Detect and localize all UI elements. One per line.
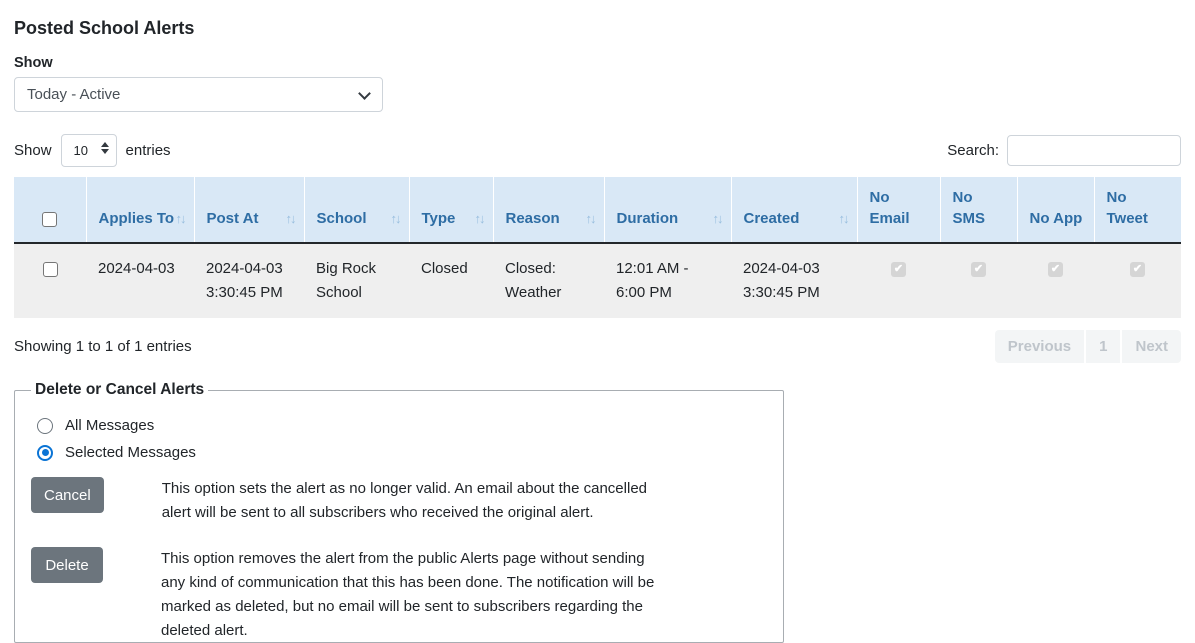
header-reason[interactable]: Reason ↑↓ bbox=[493, 177, 604, 243]
entries-suffix-label: entries bbox=[126, 142, 171, 159]
alerts-table: Applies To ↑↓ Post At ↑↓ School ↑↓ Type … bbox=[14, 177, 1181, 318]
posted-school-alerts-page: Posted School Alerts Show Today - Active… bbox=[0, 0, 1195, 643]
header-no-app-label: No App bbox=[1030, 210, 1083, 227]
pagination-page-1-button[interactable]: 1 bbox=[1084, 330, 1120, 363]
header-post-at[interactable]: Post At ↑↓ bbox=[194, 177, 304, 243]
cell-no-app: ✔ bbox=[1017, 243, 1094, 318]
cancel-description: This option sets the alert as no longer … bbox=[162, 477, 667, 525]
header-no-email-label: No Email bbox=[870, 189, 910, 227]
header-no-sms-label: No SMS bbox=[953, 189, 986, 227]
cell-no-sms: ✔ bbox=[940, 243, 1017, 318]
sort-icon[interactable]: ↑↓ bbox=[713, 208, 722, 229]
sort-icon[interactable]: ↑↓ bbox=[586, 208, 595, 229]
header-school[interactable]: School ↑↓ bbox=[304, 177, 409, 243]
header-row: Applies To ↑↓ Post At ↑↓ School ↑↓ Type … bbox=[14, 177, 1181, 243]
alerts-table-header: Applies To ↑↓ Post At ↑↓ School ↑↓ Type … bbox=[14, 177, 1181, 243]
table-controls-row: Show 10 entries Search: bbox=[14, 134, 1181, 167]
cancel-action-row: Cancel This option sets the alert as no … bbox=[31, 477, 767, 525]
select-all-checkbox[interactable] bbox=[42, 212, 57, 227]
no-app-checked-checkbox: ✔ bbox=[1048, 262, 1063, 277]
entries-length-control: Show 10 entries bbox=[14, 134, 171, 167]
show-filter-select[interactable]: Today - Active bbox=[14, 77, 383, 112]
search-input[interactable] bbox=[1007, 135, 1181, 166]
cell-no-tweet: ✔ bbox=[1094, 243, 1181, 318]
header-reason-label: Reason bbox=[506, 210, 560, 227]
entries-select[interactable]: 10 bbox=[61, 134, 117, 167]
delete-description: This option removes the alert from the p… bbox=[161, 547, 666, 643]
cell-reason: Closed: Weather bbox=[493, 243, 604, 318]
table-row: 2024-04-03 2024-04-03 3:30:45 PM Big Roc… bbox=[14, 243, 1181, 318]
search-label: Search: bbox=[947, 142, 999, 159]
entries-select-wrap: 10 bbox=[61, 134, 117, 167]
header-applies-to[interactable]: Applies To ↑↓ bbox=[86, 177, 194, 243]
sort-icon[interactable]: ↑↓ bbox=[475, 208, 484, 229]
fieldset-legend: Delete or Cancel Alerts bbox=[31, 381, 208, 399]
header-post-at-label: Post At bbox=[207, 210, 259, 227]
cell-type: Closed bbox=[409, 243, 493, 318]
header-select-all-cell bbox=[14, 177, 86, 243]
header-duration[interactable]: Duration ↑↓ bbox=[604, 177, 731, 243]
page-title: Posted School Alerts bbox=[14, 18, 1181, 39]
search-control: Search: bbox=[947, 135, 1181, 166]
header-type[interactable]: Type ↑↓ bbox=[409, 177, 493, 243]
header-created-label: Created bbox=[744, 210, 800, 227]
header-school-label: School bbox=[317, 210, 367, 227]
selected-messages-radio[interactable] bbox=[37, 445, 53, 461]
cell-no-email: ✔ bbox=[857, 243, 940, 318]
pagination-previous-button[interactable]: Previous bbox=[995, 330, 1084, 363]
sort-icon[interactable]: ↑↓ bbox=[839, 208, 848, 229]
sort-icon[interactable]: ↑↓ bbox=[391, 208, 400, 229]
header-no-email: No Email bbox=[857, 177, 940, 243]
no-sms-checked-checkbox: ✔ bbox=[971, 262, 986, 277]
delete-or-cancel-fieldset: Delete or Cancel Alerts All Messages Sel… bbox=[14, 381, 784, 643]
cancel-button[interactable]: Cancel bbox=[31, 477, 104, 513]
row-select-cell bbox=[14, 243, 86, 318]
header-type-label: Type bbox=[422, 210, 456, 227]
header-no-tweet: No Tweet bbox=[1094, 177, 1181, 243]
header-no-sms: No SMS bbox=[940, 177, 1017, 243]
all-messages-radio[interactable] bbox=[37, 418, 53, 434]
header-applies-to-label: Applies To bbox=[99, 210, 175, 227]
cell-school: Big Rock School bbox=[304, 243, 409, 318]
entries-prefix-label: Show bbox=[14, 142, 52, 159]
cell-created: 2024-04-03 3:30:45 PM bbox=[731, 243, 857, 318]
header-no-app: No App bbox=[1017, 177, 1094, 243]
show-filter-label: Show bbox=[14, 55, 1181, 71]
cell-post-at: 2024-04-03 3:30:45 PM bbox=[194, 243, 304, 318]
alerts-table-body: 2024-04-03 2024-04-03 3:30:45 PM Big Roc… bbox=[14, 243, 1181, 318]
delete-button[interactable]: Delete bbox=[31, 547, 103, 583]
cell-applies-to: 2024-04-03 bbox=[86, 243, 194, 318]
sort-icon[interactable]: ↑↓ bbox=[286, 208, 295, 229]
no-email-checked-checkbox: ✔ bbox=[891, 262, 906, 277]
pagination-next-button[interactable]: Next bbox=[1120, 330, 1181, 363]
selected-messages-radio-row[interactable]: Selected Messages bbox=[37, 444, 767, 461]
header-created[interactable]: Created ↑↓ bbox=[731, 177, 857, 243]
delete-action-row: Delete This option removes the alert fro… bbox=[31, 547, 767, 643]
pagination: Previous 1 Next bbox=[995, 330, 1181, 363]
no-tweet-checked-checkbox: ✔ bbox=[1130, 262, 1145, 277]
table-footer: Showing 1 to 1 of 1 entries Previous 1 N… bbox=[14, 330, 1181, 363]
header-no-tweet-label: No Tweet bbox=[1107, 189, 1148, 227]
selected-messages-radio-label[interactable]: Selected Messages bbox=[65, 444, 196, 461]
entries-info-text: Showing 1 to 1 of 1 entries bbox=[14, 338, 192, 355]
show-filter-select-wrap: Today - Active bbox=[14, 77, 383, 112]
sort-icon[interactable]: ↑↓ bbox=[176, 208, 185, 229]
cell-duration: 12:01 AM - 6:00 PM bbox=[604, 243, 731, 318]
header-duration-label: Duration bbox=[617, 210, 679, 227]
row-select-checkbox[interactable] bbox=[43, 262, 58, 277]
all-messages-radio-row[interactable]: All Messages bbox=[37, 417, 767, 434]
all-messages-radio-label[interactable]: All Messages bbox=[65, 417, 154, 434]
